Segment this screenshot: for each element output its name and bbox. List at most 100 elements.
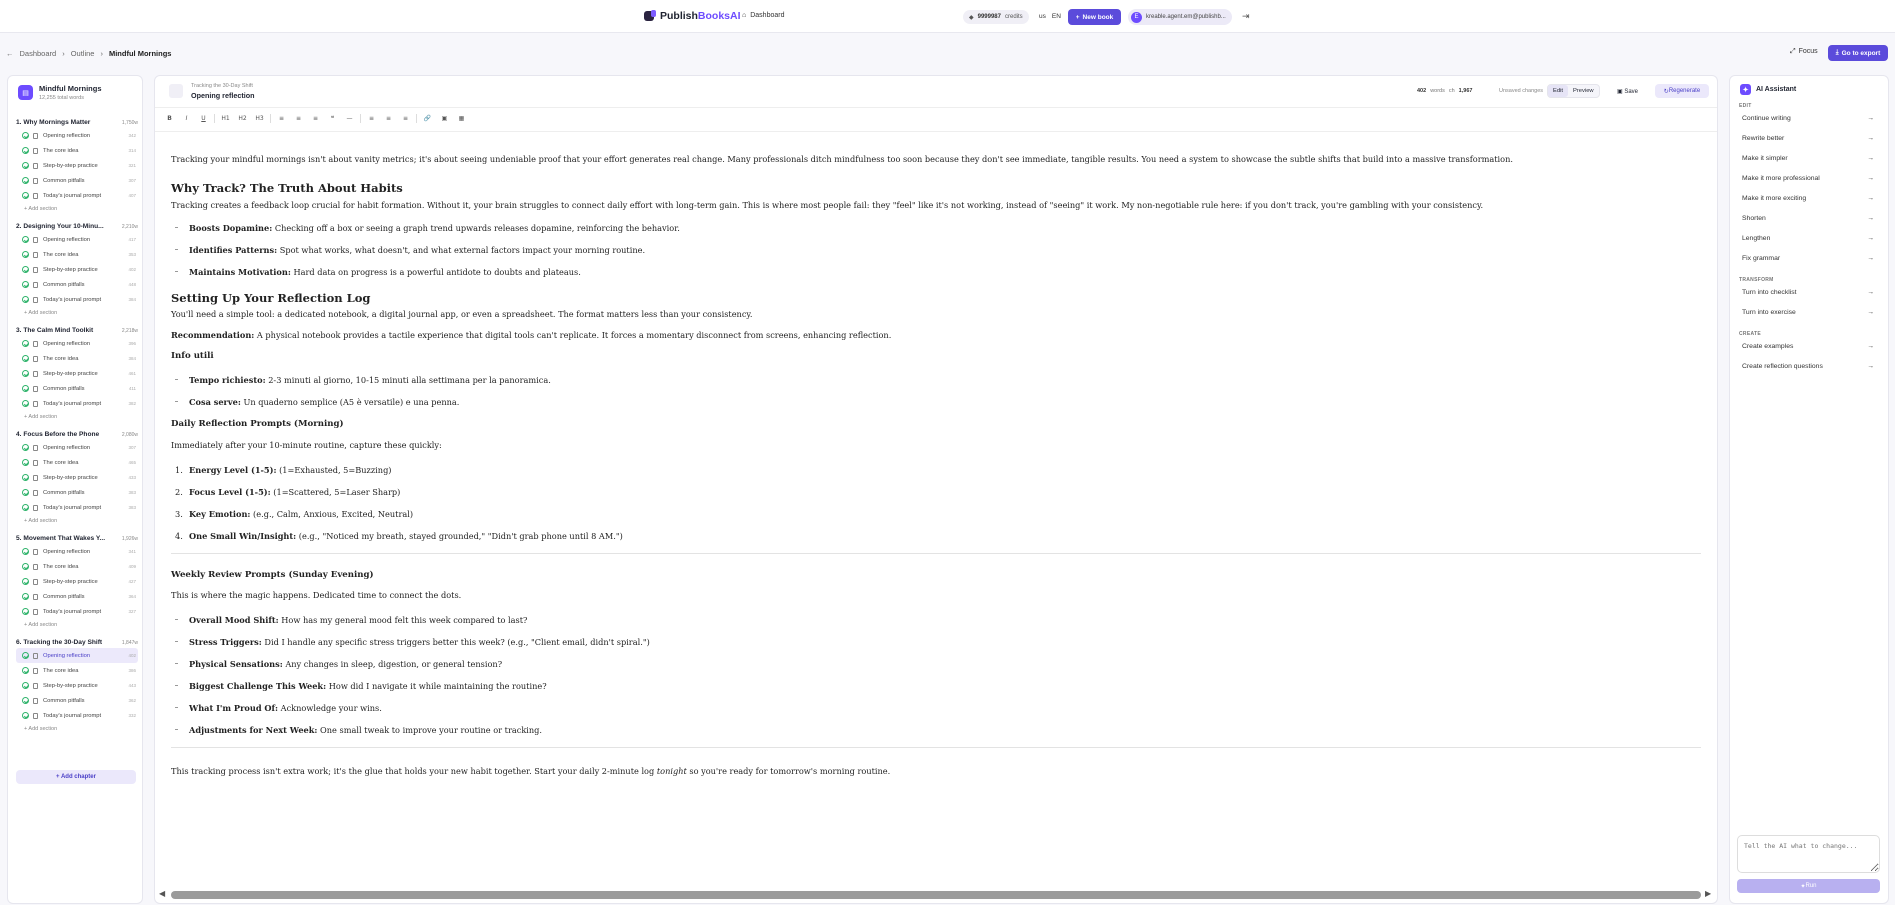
ai-instruction-input[interactable] xyxy=(1737,835,1880,873)
run-button[interactable]: ✦ Run xyxy=(1737,879,1880,893)
regenerate-button[interactable]: ↻ Regenerate xyxy=(1655,84,1709,98)
bold-icon[interactable]: B xyxy=(163,115,176,122)
section-item[interactable]: Common pitfalls 383 xyxy=(16,485,138,500)
table-icon[interactable]: ▦ xyxy=(455,115,468,122)
align-left-icon[interactable]: ≡ xyxy=(365,115,378,122)
section-item[interactable]: Today's journal prompt 327 xyxy=(16,604,138,619)
assistant-action-item[interactable]: Make it more professional → xyxy=(1742,175,1874,182)
assistant-action-item[interactable]: Turn into exercise → xyxy=(1742,309,1874,316)
section-item[interactable]: Common pitfalls 307 xyxy=(16,173,138,188)
assistant-action-item[interactable]: Turn into checklist → xyxy=(1742,289,1874,296)
chapter-item[interactable]: 2. Designing Your 10-Minu... 2,210w xyxy=(16,221,138,232)
add-chapter-button[interactable]: + Add chapter xyxy=(16,770,136,784)
section-item[interactable]: Opening reflection 396 xyxy=(16,336,138,351)
document-icon xyxy=(33,563,38,570)
section-item[interactable]: Step-by-step practice 321 xyxy=(16,158,138,173)
add-section-button[interactable]: + Add section xyxy=(16,515,138,526)
align-right-icon[interactable]: ≡ xyxy=(399,115,412,122)
assistant-action-item[interactable]: Make it more exciting → xyxy=(1742,195,1874,202)
credits-badge[interactable]: ◆ 9999987 credits xyxy=(963,10,1029,24)
section-item[interactable]: Opening reflection 402 xyxy=(16,648,138,663)
assistant-action-item[interactable]: Create examples → xyxy=(1742,343,1874,350)
section-item[interactable]: Today's journal prompt 332 xyxy=(16,708,138,723)
go-to-export-button[interactable]: ⤓ Go to export xyxy=(1828,45,1888,61)
add-section-button[interactable]: + Add section xyxy=(16,723,138,734)
user-menu[interactable]: E kreable.agent.em@publishb... xyxy=(1128,9,1232,25)
heading1-icon[interactable]: H1 xyxy=(219,115,232,122)
section-item[interactable]: Step-by-step practice 402 xyxy=(16,262,138,277)
breadcrumb-dashboard[interactable]: Dashboard xyxy=(20,49,57,58)
user-email: kreable.agent.em@publishb... xyxy=(1146,14,1226,20)
add-section-button[interactable]: + Add section xyxy=(16,411,138,422)
section-item[interactable]: The core idea 384 xyxy=(16,351,138,366)
add-section-button[interactable]: + Add section xyxy=(16,203,138,214)
edit-mode-button[interactable]: Edit xyxy=(1548,85,1568,97)
assistant-action-item[interactable]: Shorten → xyxy=(1742,215,1874,222)
link-icon[interactable]: 🔗 xyxy=(421,115,434,122)
horizontal-rule-icon[interactable]: — xyxy=(343,115,356,122)
breadcrumb-outline[interactable]: Outline xyxy=(71,49,95,58)
assistant-action-item[interactable]: Fix grammar → xyxy=(1742,255,1874,262)
section-item[interactable]: The core idea 314 xyxy=(16,143,138,158)
assistant-action-item[interactable]: Continue writing → xyxy=(1742,115,1874,122)
italic-icon[interactable]: I xyxy=(180,115,193,122)
chapter-item[interactable]: 5. Movement That Wakes Y... 1,926w xyxy=(16,533,138,544)
assistant-action-item[interactable]: Create reflection questions → xyxy=(1742,363,1874,370)
horizontal-scrollbar[interactable] xyxy=(171,891,1701,899)
dashboard-link[interactable]: ⌂ Dashboard xyxy=(742,12,784,19)
assistant-action-item[interactable]: Rewrite better → xyxy=(1742,135,1874,142)
image-icon[interactable]: ▣ xyxy=(438,115,451,122)
add-section-button[interactable]: + Add section xyxy=(16,307,138,318)
chapter-item[interactable]: 3. The Calm Mind Toolkit 2,218w xyxy=(16,325,138,336)
section-item[interactable]: Common pitfalls 448 xyxy=(16,277,138,292)
section-item[interactable]: Common pitfalls 362 xyxy=(16,693,138,708)
language-switcher[interactable]: us EN xyxy=(1039,13,1061,20)
section-label: Step-by-step practice xyxy=(43,370,98,377)
scroll-right-icon[interactable]: ▶ xyxy=(1705,889,1711,898)
logout-icon[interactable]: ⇥ xyxy=(1242,11,1250,22)
chapter-item[interactable]: 1. Why Mornings Matter 1,750w xyxy=(16,117,138,128)
scroll-left-icon[interactable]: ◀ xyxy=(159,889,165,898)
chapter-item[interactable]: 4. Focus Before the Phone 2,080w xyxy=(16,429,138,440)
align-center-icon[interactable]: ≡ xyxy=(382,115,395,122)
preview-mode-button[interactable]: Preview xyxy=(1568,85,1599,97)
section-item[interactable]: Opening reflection 342 xyxy=(16,128,138,143)
heading2-icon[interactable]: H2 xyxy=(236,115,249,122)
section-item[interactable]: The core idea 386 xyxy=(16,663,138,678)
focus-button[interactable]: ⤢ Focus xyxy=(1790,48,1818,56)
task-list-icon[interactable]: ≡ xyxy=(309,115,322,122)
brand-logo[interactable]: PublishBooksAI xyxy=(644,10,741,22)
section-item[interactable]: The core idea 353 xyxy=(16,247,138,262)
section-item[interactable]: Step-by-step practice 443 xyxy=(16,678,138,693)
section-item[interactable]: Step-by-step practice 433 xyxy=(16,470,138,485)
assistant-action-item[interactable]: Make it simpler → xyxy=(1742,155,1874,162)
section-item[interactable]: The core idea 409 xyxy=(16,559,138,574)
section-item[interactable]: Today's journal prompt 383 xyxy=(16,500,138,515)
section-item[interactable]: Step-by-step practice 427 xyxy=(16,574,138,589)
heading3-icon[interactable]: H3 xyxy=(253,115,266,122)
editor-content[interactable]: Tracking your mindful mornings isn't abo… xyxy=(171,154,1701,777)
section-item[interactable]: The core idea 465 xyxy=(16,455,138,470)
chapter-item[interactable]: 6. Tracking the 30-Day Shift 1,847w xyxy=(16,637,138,648)
list-item-text: 2-3 minuti al giorno, 10-15 minuti alla … xyxy=(265,375,551,385)
section-item[interactable]: Opening reflection 341 xyxy=(16,544,138,559)
numbered-list-icon[interactable]: ≡ xyxy=(292,115,305,122)
quote-icon[interactable]: ❝ xyxy=(326,115,339,122)
bullet-list-icon[interactable]: ≡ xyxy=(275,115,288,122)
section-item[interactable]: Step-by-step practice 461 xyxy=(16,366,138,381)
assistant-action-item[interactable]: Lengthen → xyxy=(1742,235,1874,242)
add-section-button[interactable]: + Add section xyxy=(16,619,138,630)
section-item[interactable]: Common pitfalls 364 xyxy=(16,589,138,604)
back-arrow-icon[interactable]: ← xyxy=(6,49,14,58)
section-item[interactable]: Opening reflection 417 xyxy=(16,232,138,247)
section-item[interactable]: Opening reflection 307 xyxy=(16,440,138,455)
heading-why-track: Why Track? The Truth About Habits xyxy=(171,181,403,195)
section-item[interactable]: Today's journal prompt 382 xyxy=(16,396,138,411)
new-book-button[interactable]: + New book xyxy=(1068,9,1121,25)
underline-icon[interactable]: U xyxy=(197,115,210,122)
section-item[interactable]: Common pitfalls 411 xyxy=(16,381,138,396)
assistant-action-label: Shorten xyxy=(1742,215,1766,222)
section-item[interactable]: Today's journal prompt 407 xyxy=(16,188,138,203)
section-item[interactable]: Today's journal prompt 384 xyxy=(16,292,138,307)
save-button[interactable]: ▣ Save xyxy=(1617,88,1638,95)
